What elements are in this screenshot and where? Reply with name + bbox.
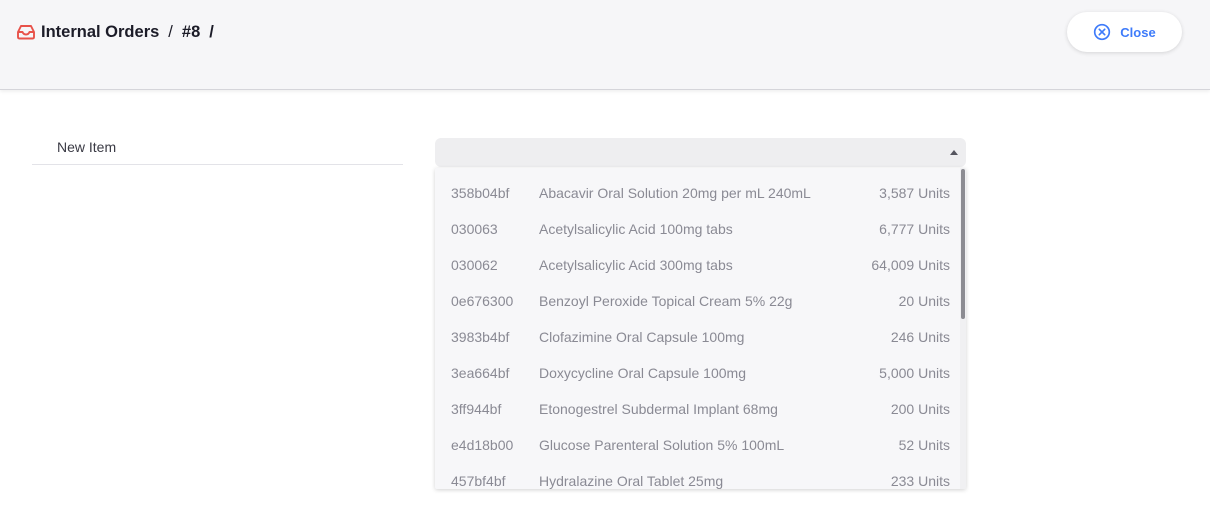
- inbox-icon[interactable]: [16, 23, 36, 41]
- page-header: Internal Orders / #8 / Close: [0, 0, 1210, 90]
- option-quantity: 5,000 Units: [879, 365, 950, 381]
- item-dropdown-list[interactable]: 358b04bf Abacavir Oral Solution 20mg per…: [435, 168, 966, 489]
- option-code: 030063: [451, 221, 498, 237]
- dropdown-option[interactable]: 3ff944bf Etonogestrel Subdermal Implant …: [435, 392, 960, 428]
- breadcrumb-internal-orders[interactable]: Internal Orders: [41, 23, 159, 42]
- option-name: Hydralazine Oral Tablet 25mg: [539, 473, 724, 489]
- dropdown-option[interactable]: 030062 Acetylsalicylic Acid 300mg tabs 6…: [435, 248, 960, 284]
- option-quantity: 52 Units: [898, 437, 950, 453]
- breadcrumb: Internal Orders / #8 /: [16, 21, 223, 43]
- option-name: Acetylsalicylic Acid 300mg tabs: [539, 257, 733, 273]
- option-name: Etonogestrel Subdermal Implant 68mg: [539, 401, 778, 417]
- new-item-row: New Item: [32, 128, 403, 165]
- option-quantity: 64,009 Units: [871, 257, 950, 273]
- option-quantity: 200 Units: [890, 401, 950, 417]
- option-name: Clofazimine Oral Capsule 100mg: [539, 329, 745, 345]
- option-name: Glucose Parenteral Solution 5% 100mL: [539, 437, 785, 453]
- breadcrumb-order-number[interactable]: #8: [182, 23, 200, 42]
- chevron-up-icon[interactable]: [950, 150, 958, 155]
- option-code: 3ff944bf: [451, 401, 502, 417]
- dropdown-scrollbar[interactable]: [960, 168, 966, 489]
- option-name: Abacavir Oral Solution 20mg per mL 240mL: [539, 185, 811, 201]
- dropdown-option[interactable]: 3ea664bf Doxycycline Oral Capsule 100mg …: [435, 356, 960, 392]
- option-name: Benzoyl Peroxide Topical Cream 5% 22g: [539, 293, 793, 309]
- dropdown-option[interactable]: 358b04bf Abacavir Oral Solution 20mg per…: [435, 176, 960, 212]
- close-button[interactable]: Close: [1067, 12, 1182, 52]
- option-code: 0e676300: [451, 293, 514, 309]
- option-quantity: 246 Units: [890, 329, 950, 345]
- option-code: 358b04bf: [451, 185, 510, 201]
- option-name: Acetylsalicylic Acid 100mg tabs: [539, 221, 733, 237]
- option-quantity: 6,777 Units: [879, 221, 950, 237]
- option-quantity: 20 Units: [898, 293, 950, 309]
- breadcrumb-separator: /: [209, 22, 214, 41]
- scrollbar-thumb[interactable]: [961, 169, 965, 319]
- breadcrumb-separator: /: [168, 22, 173, 41]
- dropdown-option[interactable]: 030063 Acetylsalicylic Acid 100mg tabs 6…: [435, 212, 960, 248]
- option-code: 3ea664bf: [451, 365, 510, 381]
- option-code: 3983b4bf: [451, 329, 510, 345]
- dropdown-option[interactable]: 457bf4bf Hydralazine Oral Tablet 25mg 23…: [435, 464, 960, 489]
- new-item-select[interactable]: [435, 138, 966, 167]
- close-circle-icon: [1093, 23, 1111, 41]
- option-code: 030062: [451, 257, 498, 273]
- option-quantity: 233 Units: [890, 473, 950, 489]
- new-item-label: New Item: [57, 139, 117, 155]
- dropdown-option[interactable]: e4d18b00 Glucose Parenteral Solution 5% …: [435, 428, 960, 464]
- option-quantity: 3,587 Units: [879, 185, 950, 201]
- option-name: Doxycycline Oral Capsule 100mg: [539, 365, 746, 381]
- option-code: e4d18b00: [451, 437, 514, 453]
- option-code: 457bf4bf: [451, 473, 506, 489]
- dropdown-option[interactable]: 3983b4bf Clofazimine Oral Capsule 100mg …: [435, 320, 960, 356]
- dropdown-option[interactable]: 0e676300 Benzoyl Peroxide Topical Cream …: [435, 284, 960, 320]
- close-button-label: Close: [1120, 24, 1156, 40]
